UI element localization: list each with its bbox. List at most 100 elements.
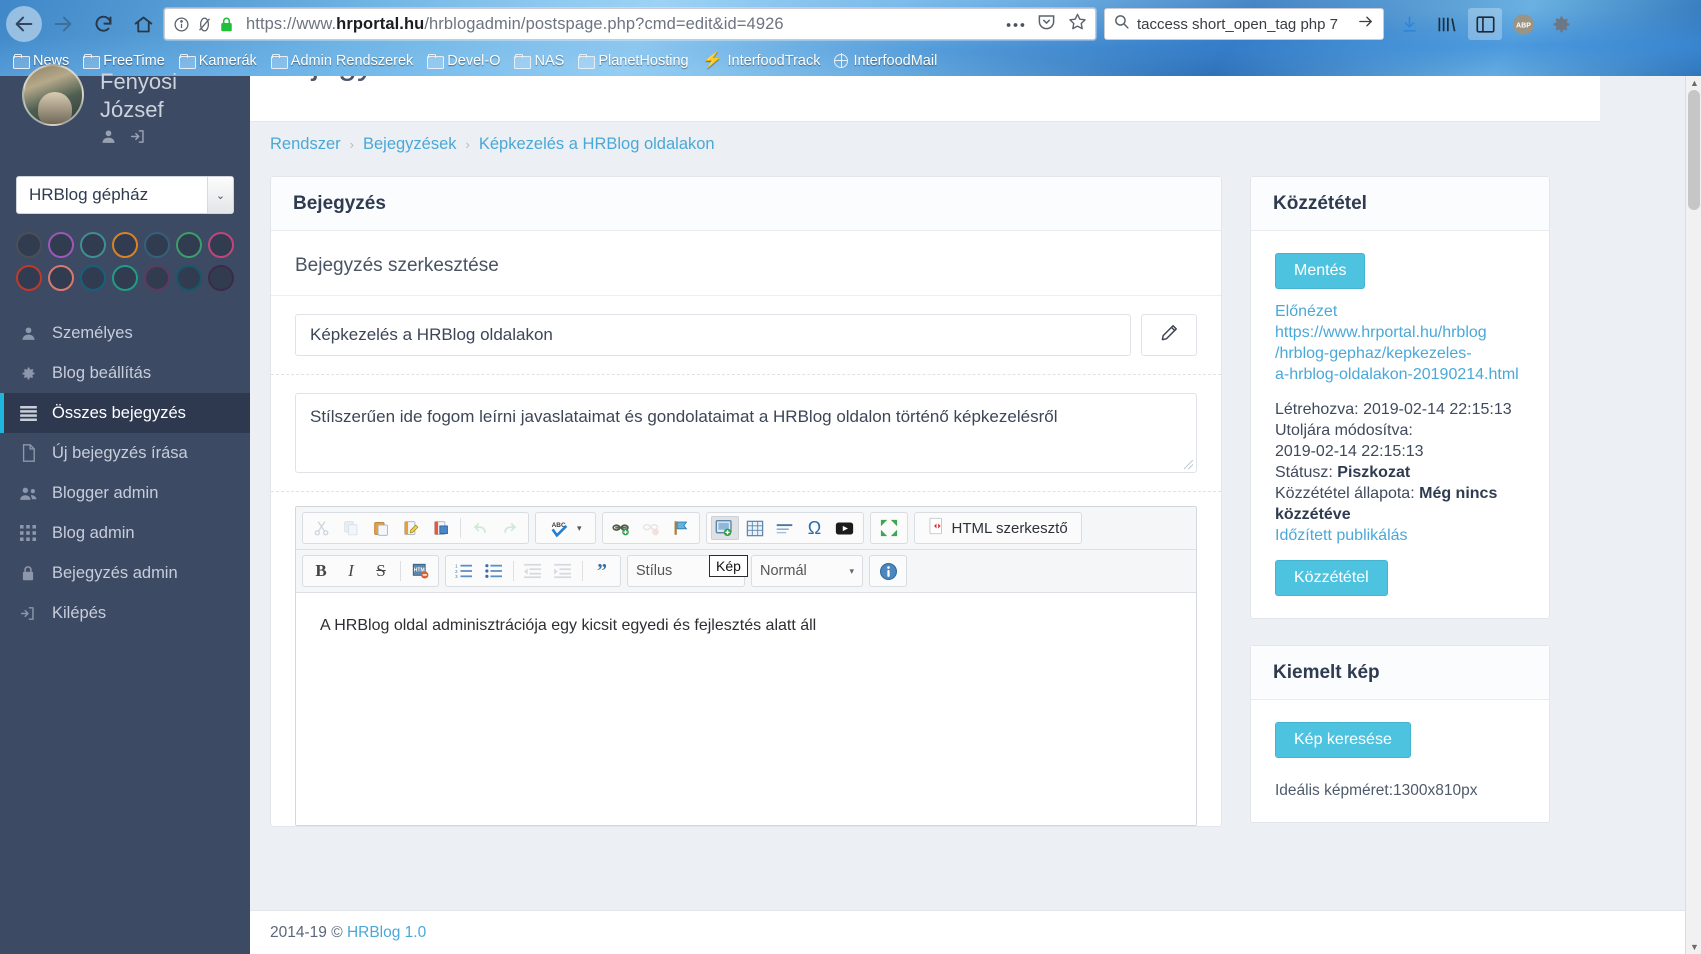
post-lead-textarea[interactable]: Stílszerűen ide fogom leírni javaslataim… [295, 393, 1197, 473]
theme-swatch-4[interactable] [144, 232, 170, 258]
chevron-down-icon[interactable]: ⌄ [207, 177, 233, 213]
sidebar-item-kilepes[interactable]: Kilépés [0, 593, 250, 633]
user-icon[interactable] [100, 128, 117, 150]
bookmark-star-icon[interactable] [1068, 12, 1087, 36]
library-icon[interactable] [1430, 8, 1464, 40]
bookmark-item-nas[interactable]: NAS [509, 51, 573, 71]
theme-swatch-3[interactable] [112, 232, 138, 258]
back-button[interactable] [6, 6, 42, 42]
scroll-up-arrow-icon[interactable]: ▲ [1690, 78, 1699, 88]
unlink-icon[interactable] [637, 516, 665, 540]
video-icon[interactable] [831, 516, 859, 540]
page-info-icon[interactable] [173, 16, 190, 33]
gear-icon[interactable] [1544, 8, 1578, 40]
theme-swatch-8[interactable] [48, 265, 74, 291]
pocket-icon[interactable] [1037, 12, 1056, 36]
about-info-icon[interactable] [874, 559, 902, 583]
search-submit-arrow-icon[interactable] [1356, 13, 1375, 35]
preview-url-line-2[interactable]: /hrblog-gephaz/kepkezeles- [1275, 345, 1472, 362]
paste-as-text-icon[interactable] [397, 516, 425, 540]
theme-swatch-2[interactable] [80, 232, 106, 258]
sidebar-item-blog-beallitas[interactable]: Blog beállítás [0, 353, 250, 393]
paste-icon[interactable] [367, 516, 395, 540]
breadcrumb-item-rendszer[interactable]: Rendszer [270, 135, 341, 154]
preview-link[interactable]: Előnézet [1275, 303, 1337, 320]
resize-grip[interactable] [1184, 460, 1193, 469]
sidebar-item-uj-bejegyzes-irasa[interactable]: Új bejegyzés írása [0, 433, 250, 473]
bookmark-item-admin-rendszerek[interactable]: Admin Rendszerek [266, 51, 423, 71]
sidebar-item-bejegyzes-admin[interactable]: Bejegyzés admin [0, 553, 250, 593]
bookmark-item-planethosting[interactable]: PlanetHosting [573, 51, 697, 71]
page-scrollbar[interactable]: ▲ ▼ [1685, 76, 1701, 954]
undo-icon[interactable] [466, 516, 494, 540]
breadcrumb-item-current[interactable]: Képkezelés a HRBlog oldalakon [479, 135, 715, 154]
bulleted-list-icon[interactable] [480, 559, 508, 583]
address-bar[interactable]: https://www.hrportal.hu/hrblogadmin/post… [164, 8, 1096, 40]
outdent-icon[interactable] [519, 559, 547, 583]
scheduled-publish-link[interactable]: Időzített publikálás [1275, 527, 1408, 544]
scroll-down-arrow-icon[interactable]: ▼ [1690, 942, 1699, 952]
search-image-button[interactable]: Kép keresése [1275, 722, 1411, 758]
theme-swatch-6[interactable] [208, 232, 234, 258]
breadcrumb-item-bejegyzesek[interactable]: Bejegyzések [363, 135, 457, 154]
preview-url-line-3[interactable]: a-hrblog-oldalakon-20190214.html [1275, 366, 1519, 383]
theme-swatch-11[interactable] [144, 265, 170, 291]
blockquote-icon[interactable]: ” [588, 559, 616, 583]
lock-icon[interactable] [219, 16, 234, 33]
editor-content-area[interactable]: A HRBlog oldal adminisztrációja egy kics… [296, 593, 1196, 825]
numbered-list-icon[interactable]: 123 [450, 559, 478, 583]
redo-icon[interactable] [496, 516, 524, 540]
bookmark-item-interfoodmail[interactable]: InterfoodMail [829, 51, 946, 71]
url-text[interactable]: https://www.hrportal.hu/hrblogadmin/post… [240, 15, 996, 34]
theme-swatch-7[interactable] [16, 265, 42, 291]
maximize-icon[interactable] [875, 516, 903, 540]
cut-icon[interactable] [307, 516, 335, 540]
bookmark-item-devel-o[interactable]: Devel-O [422, 51, 509, 71]
theme-swatch-12[interactable] [176, 265, 202, 291]
search-bar[interactable]: taccess short_open_tag php 7 [1104, 8, 1384, 40]
html-editor-button[interactable]: HTML szerkesztő [919, 516, 1077, 540]
bookmark-item-interfoodtrack[interactable]: ⚡InterfoodTrack [698, 51, 830, 71]
theme-swatch-10[interactable] [112, 265, 138, 291]
sidebar-item-osszes-bejegyzes[interactable]: Összes bejegyzés [0, 393, 250, 433]
save-button[interactable]: Mentés [1275, 253, 1365, 289]
adblock-icon[interactable]: ABP [1506, 8, 1540, 40]
home-button[interactable] [124, 6, 162, 42]
forward-button[interactable] [44, 6, 82, 42]
scrollbar-thumb[interactable] [1688, 90, 1700, 210]
indent-icon[interactable] [549, 559, 577, 583]
post-title-input[interactable]: Képkezelés a HRBlog oldalakon [295, 314, 1131, 356]
strikethrough-icon[interactable]: S [367, 559, 395, 583]
special-char-omega-icon[interactable]: Ω [801, 516, 829, 540]
theme-swatch-9[interactable] [80, 265, 106, 291]
sidebar-item-blogger-admin[interactable]: Blogger admin [0, 473, 250, 513]
spellcheck-abc-icon[interactable]: ABC ▾ [540, 516, 591, 540]
bold-icon[interactable]: B [307, 559, 335, 583]
search-input[interactable]: taccess short_open_tag php 7 [1137, 16, 1349, 33]
italic-icon[interactable]: I [337, 559, 365, 583]
bookmark-item-kamerak[interactable]: Kamerák [174, 51, 266, 71]
format-select[interactable]: Normál ▾ [751, 555, 863, 587]
logout-icon[interactable] [129, 128, 147, 150]
theme-swatch-1[interactable] [48, 232, 74, 258]
theme-swatch-0[interactable] [16, 232, 42, 258]
sidebar-icon[interactable] [1468, 8, 1502, 40]
edit-title-button[interactable] [1141, 314, 1197, 356]
preview-url-line-1[interactable]: https://www.hrportal.hu/hrblog [1275, 324, 1487, 341]
tracking-protection-icon[interactable] [196, 16, 213, 33]
table-icon[interactable] [741, 516, 769, 540]
theme-swatch-5[interactable] [176, 232, 202, 258]
remove-format-icon[interactable]: HTM [406, 559, 434, 583]
page-actions-icon[interactable] [1006, 15, 1025, 33]
blog-select[interactable]: HRBlog gépház ⌄ [16, 176, 234, 214]
horizontal-rule-icon[interactable] [771, 516, 799, 540]
paste-from-word-icon[interactable] [427, 516, 455, 540]
sidebar-item-szemelyes[interactable]: Személyes [0, 313, 250, 353]
reload-button[interactable] [84, 6, 122, 42]
download-icon[interactable] [1392, 8, 1426, 40]
publish-button[interactable]: Közzététel [1275, 560, 1388, 596]
copy-icon[interactable] [337, 516, 365, 540]
image-icon[interactable] [711, 516, 739, 540]
theme-swatch-13[interactable] [208, 265, 234, 291]
footer-product-link[interactable]: HRBlog 1.0 [347, 924, 426, 942]
